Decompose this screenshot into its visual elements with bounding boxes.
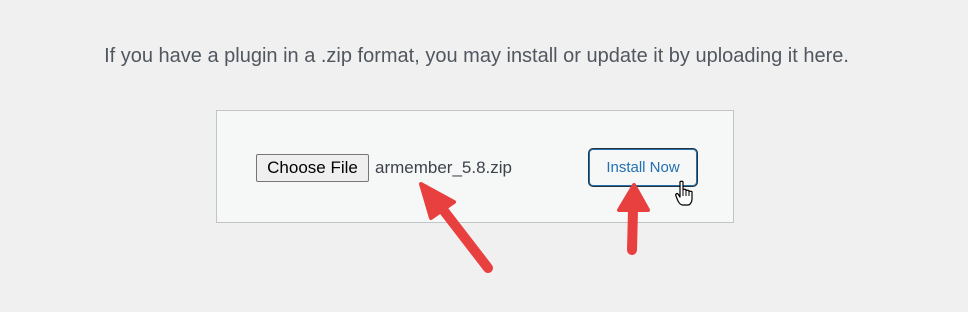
install-now-button[interactable]: Install Now	[589, 149, 697, 186]
selected-file-name: armember_5.8.zip	[375, 158, 513, 177]
choose-file-button[interactable]: Choose File	[256, 154, 369, 182]
upload-instructions: If you have a plugin in a .zip format, y…	[104, 45, 849, 67]
